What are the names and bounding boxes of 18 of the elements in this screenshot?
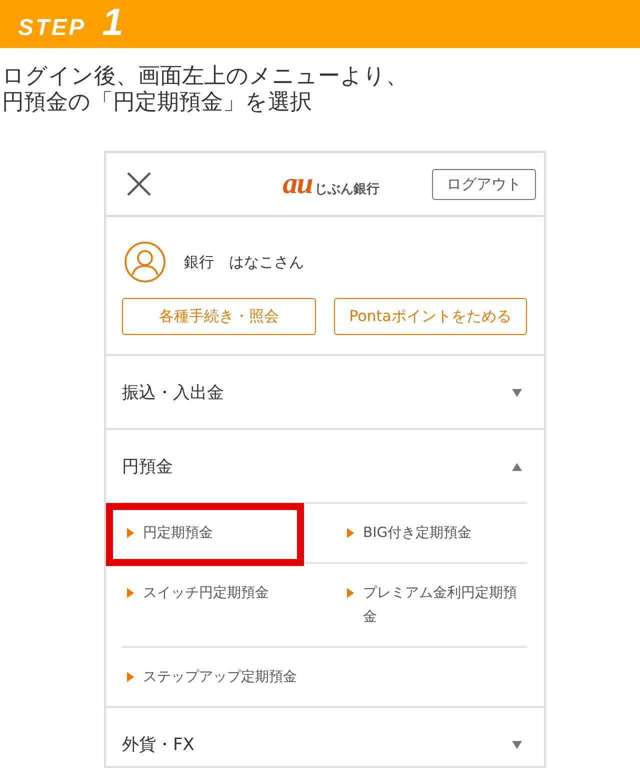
user-name: 銀行 はなこさん	[184, 252, 304, 272]
bank-logo: au じぶん銀行	[282, 169, 380, 199]
triangle-right-icon	[127, 672, 134, 682]
submenu-link[interactable]: 円定期預金	[127, 521, 342, 545]
triangle-right-icon	[127, 588, 134, 598]
instruction-text: ログイン後、画面左上のメニューより、 円預金の「円定期預金」を選択	[2, 64, 409, 116]
step-number: 1	[102, 6, 124, 40]
logout-button[interactable]: ログアウト	[432, 168, 536, 200]
triangle-right-icon	[347, 588, 354, 598]
submenu-link[interactable]: BIG付き定期預金	[347, 521, 527, 545]
triangle-right-icon	[347, 528, 354, 538]
triangle-right-icon	[127, 528, 134, 538]
submenu-link[interactable]: プレミアム金利円定期預金	[347, 581, 527, 629]
user-avatar-icon	[124, 241, 166, 283]
submenu-link[interactable]: ステップアップ定期預金	[127, 665, 342, 689]
close-icon[interactable]	[126, 171, 152, 197]
step-label: STEP	[18, 15, 86, 40]
submenu-link[interactable]: スイッチ円定期預金	[127, 581, 342, 605]
